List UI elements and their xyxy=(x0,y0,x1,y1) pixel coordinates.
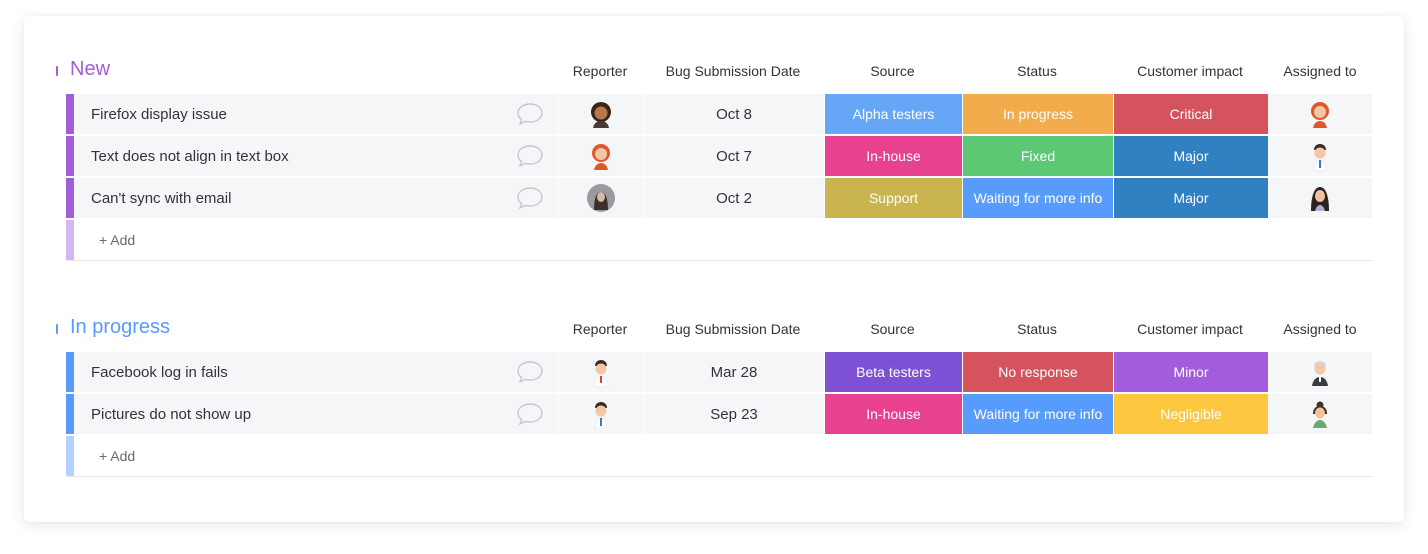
add-item-row[interactable]: + Add xyxy=(66,220,1372,261)
item-name-cell[interactable]: Text does not align in text box xyxy=(74,136,558,176)
comment-bubble-icon[interactable] xyxy=(516,144,544,168)
table-row[interactable]: Text does not align in text box Oct 7 In… xyxy=(66,136,1372,176)
impact-pill[interactable]: Major xyxy=(1113,178,1268,218)
avatar-man-tie-icon xyxy=(594,402,608,429)
row-color-bar xyxy=(66,352,74,392)
date-cell[interactable]: Oct 8 xyxy=(643,94,824,134)
source-pill[interactable]: In-house xyxy=(824,136,962,176)
column-header-assigned[interactable]: Assigned to xyxy=(1268,321,1372,337)
date-cell[interactable]: Sep 23 xyxy=(643,394,824,434)
impact-pill[interactable]: Critical xyxy=(1113,94,1268,134)
status-pill[interactable]: Waiting for more info xyxy=(962,178,1113,218)
assigned-cell[interactable] xyxy=(1268,352,1372,392)
table-row[interactable]: Can't sync with email Oct 2 Support Wait… xyxy=(66,178,1372,218)
column-header-status[interactable]: Status xyxy=(962,321,1112,337)
status-pill[interactable]: No response xyxy=(962,352,1113,392)
source-pill[interactable]: Alpha testers xyxy=(824,94,962,134)
add-item-button[interactable]: + Add xyxy=(99,232,135,248)
row-color-bar xyxy=(66,94,74,134)
column-header-date[interactable]: Bug Submission Date xyxy=(643,63,823,79)
item-name-cell[interactable]: Firefox display issue xyxy=(74,94,558,134)
column-header-source[interactable]: Source xyxy=(824,63,961,79)
item-name[interactable]: Facebook log in fails xyxy=(91,364,228,381)
table-row[interactable]: Firefox display issue Oct 8 Alpha tester… xyxy=(66,94,1372,134)
date-cell[interactable]: Mar 28 xyxy=(643,352,824,392)
avatar-woman-curly-icon xyxy=(591,102,611,128)
impact-pill[interactable]: Minor xyxy=(1113,352,1268,392)
reporter-cell[interactable] xyxy=(558,394,643,434)
group-title[interactable]: New xyxy=(70,58,110,81)
table-row[interactable]: Pictures do not show up Sep 23 In-house … xyxy=(66,394,1372,434)
item-name[interactable]: Text does not align in text box xyxy=(91,148,289,165)
comment-bubble-icon[interactable] xyxy=(516,186,544,210)
avatar-woman-bun-icon xyxy=(1313,401,1327,428)
comment-bubble-icon[interactable] xyxy=(516,360,544,384)
row-color-bar xyxy=(66,136,74,176)
item-name[interactable]: Firefox display issue xyxy=(91,106,227,123)
column-header-impact[interactable]: Customer impact xyxy=(1113,63,1267,79)
row-color-bar xyxy=(66,436,74,476)
group-new: New Reporter Bug Submission Date Source … xyxy=(56,54,1372,261)
board-card: New Reporter Bug Submission Date Source … xyxy=(24,16,1404,522)
status-pill[interactable]: Fixed xyxy=(962,136,1113,176)
group-collapse-handle[interactable] xyxy=(56,324,58,334)
impact-pill[interactable]: Major xyxy=(1113,136,1268,176)
column-header-date[interactable]: Bug Submission Date xyxy=(643,321,823,337)
item-name[interactable]: Can't sync with email xyxy=(91,190,231,207)
date-cell[interactable]: Oct 2 xyxy=(643,178,824,218)
item-name-cell[interactable]: Facebook log in fails xyxy=(74,352,558,392)
assigned-cell[interactable] xyxy=(1268,94,1372,134)
table-row[interactable]: Facebook log in fails Mar 28 Beta tester… xyxy=(66,352,1372,392)
avatar-man-red-tie-icon xyxy=(593,360,609,387)
column-header-reporter[interactable]: Reporter xyxy=(558,63,642,79)
item-name[interactable]: Pictures do not show up xyxy=(91,406,251,423)
group-collapse-handle[interactable] xyxy=(56,66,58,76)
add-item-row[interactable]: + Add xyxy=(66,436,1372,477)
avatar-woman-dark-hair-icon xyxy=(1311,187,1329,211)
comment-bubble-icon[interactable] xyxy=(516,102,544,126)
source-pill[interactable]: Beta testers xyxy=(824,352,962,392)
item-name-cell[interactable]: Can't sync with email xyxy=(74,178,558,218)
status-pill[interactable]: In progress xyxy=(962,94,1113,134)
group-in-progress: In progress Reporter Bug Submission Date… xyxy=(56,312,1372,477)
avatar-man-gray-icon xyxy=(1312,361,1328,386)
date-cell[interactable]: Oct 7 xyxy=(643,136,824,176)
reporter-cell[interactable] xyxy=(558,94,643,134)
avatar-woman-redhead-icon xyxy=(592,144,610,170)
impact-pill[interactable]: Negligible xyxy=(1113,394,1268,434)
row-color-bar xyxy=(66,178,74,218)
add-item-button[interactable]: + Add xyxy=(99,448,135,464)
column-header-status[interactable]: Status xyxy=(962,63,1112,79)
reporter-cell[interactable] xyxy=(558,136,643,176)
source-pill[interactable]: In-house xyxy=(824,394,962,434)
assigned-cell[interactable] xyxy=(1268,394,1372,434)
column-header-impact[interactable]: Customer impact xyxy=(1113,321,1267,337)
status-pill[interactable]: Waiting for more info xyxy=(962,394,1113,434)
group-title[interactable]: In progress xyxy=(70,316,170,339)
group-header: In progress Reporter Bug Submission Date… xyxy=(56,312,1372,352)
avatar-woman-photo-icon xyxy=(587,184,615,212)
assigned-cell[interactable] xyxy=(1268,136,1372,176)
item-name-cell[interactable]: Pictures do not show up xyxy=(74,394,558,434)
row-color-bar xyxy=(66,220,74,260)
column-header-source[interactable]: Source xyxy=(824,321,961,337)
reporter-cell[interactable] xyxy=(558,178,643,218)
avatar-man-tie-icon xyxy=(1313,144,1327,171)
source-pill[interactable]: Support xyxy=(824,178,962,218)
group-header: New Reporter Bug Submission Date Source … xyxy=(56,54,1372,94)
comment-bubble-icon[interactable] xyxy=(516,402,544,426)
assigned-cell[interactable] xyxy=(1268,178,1372,218)
column-header-reporter[interactable]: Reporter xyxy=(558,321,642,337)
column-header-assigned[interactable]: Assigned to xyxy=(1268,63,1372,79)
avatar-woman-redhead-icon xyxy=(1311,102,1329,128)
row-color-bar xyxy=(66,394,74,434)
reporter-cell[interactable] xyxy=(558,352,643,392)
